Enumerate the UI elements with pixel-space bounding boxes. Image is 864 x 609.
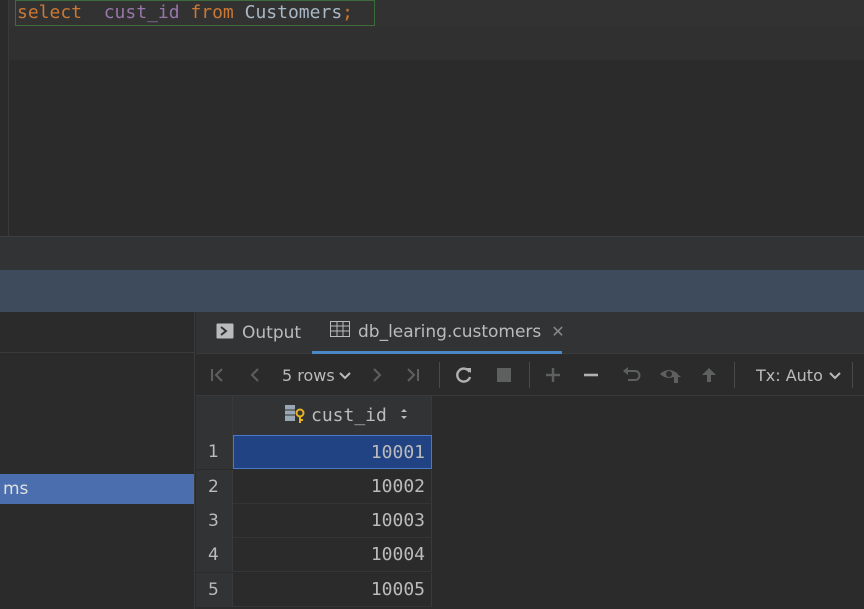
- tab-output[interactable]: Output: [216, 312, 301, 354]
- keyword-select: select: [17, 2, 83, 23]
- sort-icon[interactable]: [399, 405, 409, 426]
- keyword-from: from: [190, 2, 234, 23]
- tab-db-learing-customers[interactable]: db_learing.customers ✕: [312, 312, 565, 354]
- transaction-mode-label: Tx: Auto: [756, 365, 823, 385]
- row-number-header: [196, 396, 233, 435]
- services-tree-panel: ms: [0, 312, 195, 609]
- previous-page-icon[interactable]: [242, 354, 268, 396]
- table-row[interactable]: 3 10003: [196, 504, 432, 538]
- row-number: 4: [196, 538, 233, 572]
- cell-cust-id[interactable]: 10001: [233, 435, 432, 469]
- results-tabs: Output db_learing.customers ✕: [196, 312, 864, 354]
- table-row[interactable]: 2 10002: [196, 470, 432, 504]
- delete-row-icon[interactable]: [578, 354, 604, 396]
- close-icon[interactable]: ✕: [551, 322, 564, 341]
- cell-cust-id[interactable]: 10003: [233, 504, 432, 538]
- console-icon: [216, 323, 234, 344]
- row-number: 3: [196, 504, 233, 538]
- column-name: cust_id: [103, 2, 180, 23]
- table-icon: [330, 321, 350, 342]
- sql-statement[interactable]: select cust_id from Customers;: [17, 2, 353, 24]
- first-page-icon[interactable]: [204, 354, 230, 396]
- cell-cust-id[interactable]: 10002: [233, 470, 432, 504]
- sql-editor[interactable]: select cust_id from Customers;: [0, 0, 864, 236]
- preview-pending-changes-icon[interactable]: [657, 354, 683, 396]
- cell-cust-id[interactable]: 10004: [233, 538, 432, 572]
- results-toolbar: 5 rows Tx: Auto: [196, 354, 864, 396]
- tab-output-label: Output: [242, 323, 302, 343]
- page-size-selector[interactable]: 5 rows: [282, 354, 351, 396]
- editor-gutter-divider: [8, 0, 9, 236]
- next-page-icon[interactable]: [364, 354, 390, 396]
- cell-cust-id[interactable]: 10005: [233, 573, 432, 607]
- table-row[interactable]: 1 10001: [196, 435, 432, 469]
- toolbar-divider: [852, 362, 853, 388]
- row-number: 5: [196, 573, 233, 607]
- tab-table-label: db_learing.customers: [358, 321, 542, 342]
- row-number: 1: [196, 435, 233, 469]
- transaction-mode-selector[interactable]: Tx: Auto: [756, 354, 841, 396]
- row-number: 2: [196, 470, 233, 504]
- toolbar-divider: [529, 362, 530, 388]
- column-header-label: cust_id: [311, 405, 387, 426]
- page-size-label: 5 rows: [282, 365, 335, 385]
- refresh-icon[interactable]: [451, 354, 477, 396]
- semicolon: ;: [342, 2, 354, 23]
- table-row[interactable]: 4 10004: [196, 538, 432, 572]
- chevron-down-icon: [338, 366, 351, 385]
- stop-icon[interactable]: [491, 354, 517, 396]
- table-row[interactable]: 5 10005: [196, 573, 432, 607]
- chevron-down-icon: [829, 366, 841, 385]
- services-tree-header: [0, 312, 195, 353]
- last-page-icon[interactable]: [400, 354, 426, 396]
- toolbar-divider: [439, 362, 440, 388]
- editor-bottom-bar: [0, 236, 864, 270]
- results-grid[interactable]: cust_id 1 10001 2 10002 3 10003 4 10004 …: [196, 396, 864, 609]
- revert-icon[interactable]: [618, 354, 644, 396]
- editor-empty-line: [9, 27, 864, 60]
- add-row-icon[interactable]: [540, 354, 566, 396]
- submit-icon[interactable]: [696, 354, 722, 396]
- results-panel: Output db_learing.customers ✕ 5 rows Tx:…: [196, 312, 864, 609]
- toolbar-divider: [734, 362, 735, 388]
- column-header-cust-id[interactable]: cust_id: [233, 396, 432, 435]
- table-name: Customers: [244, 2, 343, 23]
- services-tree-selected-item[interactable]: ms: [0, 474, 194, 504]
- primary-key-column-icon: [283, 402, 307, 429]
- tool-window-header: [0, 270, 864, 312]
